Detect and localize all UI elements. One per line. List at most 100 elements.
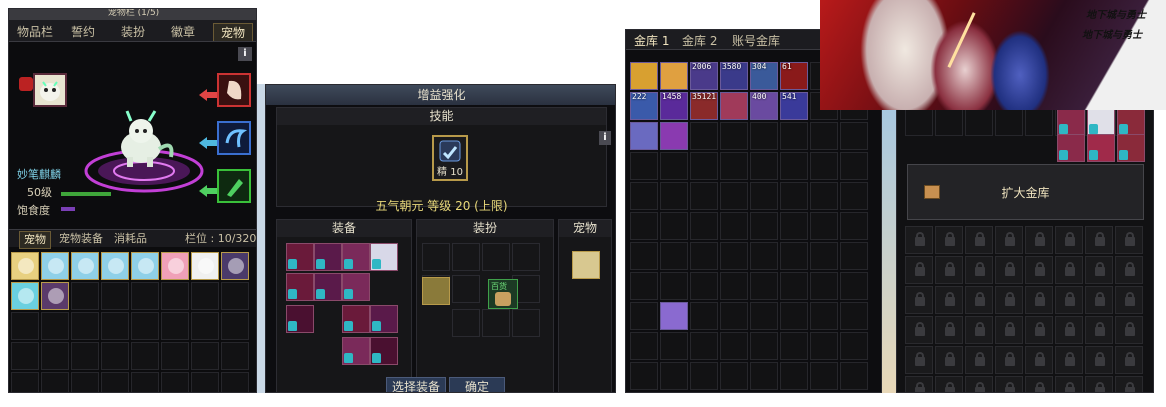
vault-empty-slot[interactable] [995, 108, 1023, 136]
empty-slot[interactable] [221, 312, 249, 340]
pet-item-slot[interactable] [221, 252, 249, 280]
vault-empty-slot[interactable] [780, 152, 808, 180]
empty-slot[interactable] [131, 342, 159, 370]
vault-empty-slot[interactable] [660, 362, 688, 390]
empty-slot[interactable] [71, 342, 99, 370]
vault-item-slot[interactable] [660, 302, 688, 330]
vault-item-slot[interactable] [660, 62, 688, 90]
vault-empty-slot[interactable] [780, 362, 808, 390]
vault-empty-slot[interactable] [750, 182, 778, 210]
tab-emblem[interactable]: 徽章 [165, 23, 201, 41]
avatar-empty-slot[interactable] [512, 309, 540, 337]
tab-pet[interactable]: 宠物 [213, 23, 253, 41]
empty-slot[interactable] [101, 372, 129, 392]
vault-empty-slot[interactable] [660, 272, 688, 300]
empty-slot[interactable] [131, 372, 159, 392]
avatar-empty-slot[interactable] [452, 243, 480, 271]
inv-tab-consumables[interactable]: 消耗品 [114, 231, 147, 247]
empty-slot[interactable] [71, 372, 99, 392]
pet-item-slot[interactable] [191, 252, 219, 280]
empty-slot[interactable] [11, 342, 39, 370]
tab-account-vault[interactable]: 账号金库 [732, 32, 780, 50]
vault-empty-slot[interactable] [690, 242, 718, 270]
vault-empty-slot[interactable] [1025, 108, 1053, 136]
vault-empty-slot[interactable] [780, 212, 808, 240]
vault-empty-slot[interactable] [810, 302, 838, 330]
equip-item-slot[interactable] [342, 305, 370, 333]
pet-item-slot[interactable] [41, 252, 69, 280]
empty-slot[interactable] [101, 282, 129, 310]
equip-item-slot[interactable] [342, 337, 370, 365]
vault-empty-slot[interactable] [780, 302, 808, 330]
vault-empty-slot[interactable] [630, 362, 658, 390]
vault-empty-slot[interactable] [750, 332, 778, 360]
vault-item-slot[interactable]: 1458 [660, 92, 688, 120]
pet-item-slot[interactable] [161, 252, 189, 280]
avatar-empty-slot[interactable] [452, 309, 480, 337]
vault-empty-slot[interactable] [840, 212, 868, 240]
empty-slot[interactable] [191, 342, 219, 370]
empty-slot[interactable] [191, 282, 219, 310]
vault-empty-slot[interactable] [810, 362, 838, 390]
empty-slot[interactable] [161, 312, 189, 340]
vault-item-slot[interactable] [1087, 108, 1115, 136]
info-icon[interactable]: i [599, 131, 611, 145]
vault-item-slot[interactable]: 61 [780, 62, 808, 90]
vault-empty-slot[interactable] [720, 212, 748, 240]
vault-item-slot[interactable] [1057, 108, 1085, 136]
vault-empty-slot[interactable] [690, 332, 718, 360]
vault-empty-slot[interactable] [720, 332, 748, 360]
empty-slot[interactable] [221, 342, 249, 370]
confirm-button[interactable]: 确定 [449, 377, 505, 392]
avatar-empty-slot[interactable] [452, 275, 480, 303]
vault-empty-slot[interactable] [840, 332, 868, 360]
vault-item-slot[interactable] [1117, 134, 1145, 162]
vault-empty-slot[interactable] [630, 242, 658, 270]
vault-item-slot[interactable]: 400 [750, 92, 778, 120]
vault-empty-slot[interactable] [660, 332, 688, 360]
vault-empty-slot[interactable] [660, 182, 688, 210]
vault-empty-slot[interactable] [720, 302, 748, 330]
vault-empty-slot[interactable] [750, 362, 778, 390]
vault-empty-slot[interactable] [840, 182, 868, 210]
equip-item-slot[interactable] [286, 273, 314, 301]
vault-item-slot[interactable] [630, 62, 658, 90]
vault-item-slot[interactable] [720, 92, 748, 120]
select-equip-button[interactable]: 选择装备 [386, 377, 446, 392]
empty-slot[interactable] [71, 312, 99, 340]
vault-empty-slot[interactable] [810, 182, 838, 210]
vault-empty-slot[interactable] [720, 182, 748, 210]
empty-slot[interactable] [131, 312, 159, 340]
equip-item-slot[interactable] [286, 305, 314, 333]
inv-tab-pet[interactable]: 宠物 [19, 231, 51, 249]
empty-slot[interactable] [101, 312, 129, 340]
vault-empty-slot[interactable] [690, 212, 718, 240]
vault-empty-slot[interactable] [840, 242, 868, 270]
pet-avatar-slot[interactable] [33, 73, 67, 107]
avatar-empty-slot[interactable] [482, 309, 510, 337]
tab-items[interactable]: 物品栏 [13, 23, 57, 41]
pet-item-slot[interactable] [41, 282, 69, 310]
equip-item-slot[interactable] [370, 305, 398, 333]
empty-slot[interactable] [191, 372, 219, 392]
vault-empty-slot[interactable] [720, 272, 748, 300]
empty-slot[interactable] [161, 342, 189, 370]
skill-slot[interactable]: 精 10 [432, 135, 468, 181]
vault-empty-slot[interactable] [780, 242, 808, 270]
empty-slot[interactable] [221, 372, 249, 392]
vault-empty-slot[interactable] [810, 152, 838, 180]
vault-empty-slot[interactable] [630, 302, 658, 330]
vault-empty-slot[interactable] [810, 272, 838, 300]
vault-empty-slot[interactable] [810, 122, 838, 150]
vault-item-slot[interactable]: 541 [780, 92, 808, 120]
vault-item-slot[interactable]: 222 [630, 92, 658, 120]
pet-item-slot[interactable] [101, 252, 129, 280]
vault-item-slot[interactable] [1087, 134, 1115, 162]
equip-item-slot[interactable] [314, 273, 342, 301]
vault-empty-slot[interactable] [840, 302, 868, 330]
pet-item-slot[interactable] [11, 252, 39, 280]
vault-empty-slot[interactable] [720, 362, 748, 390]
vault-empty-slot[interactable] [660, 242, 688, 270]
vault-empty-slot[interactable] [750, 122, 778, 150]
avatar-empty-slot[interactable] [482, 243, 510, 271]
